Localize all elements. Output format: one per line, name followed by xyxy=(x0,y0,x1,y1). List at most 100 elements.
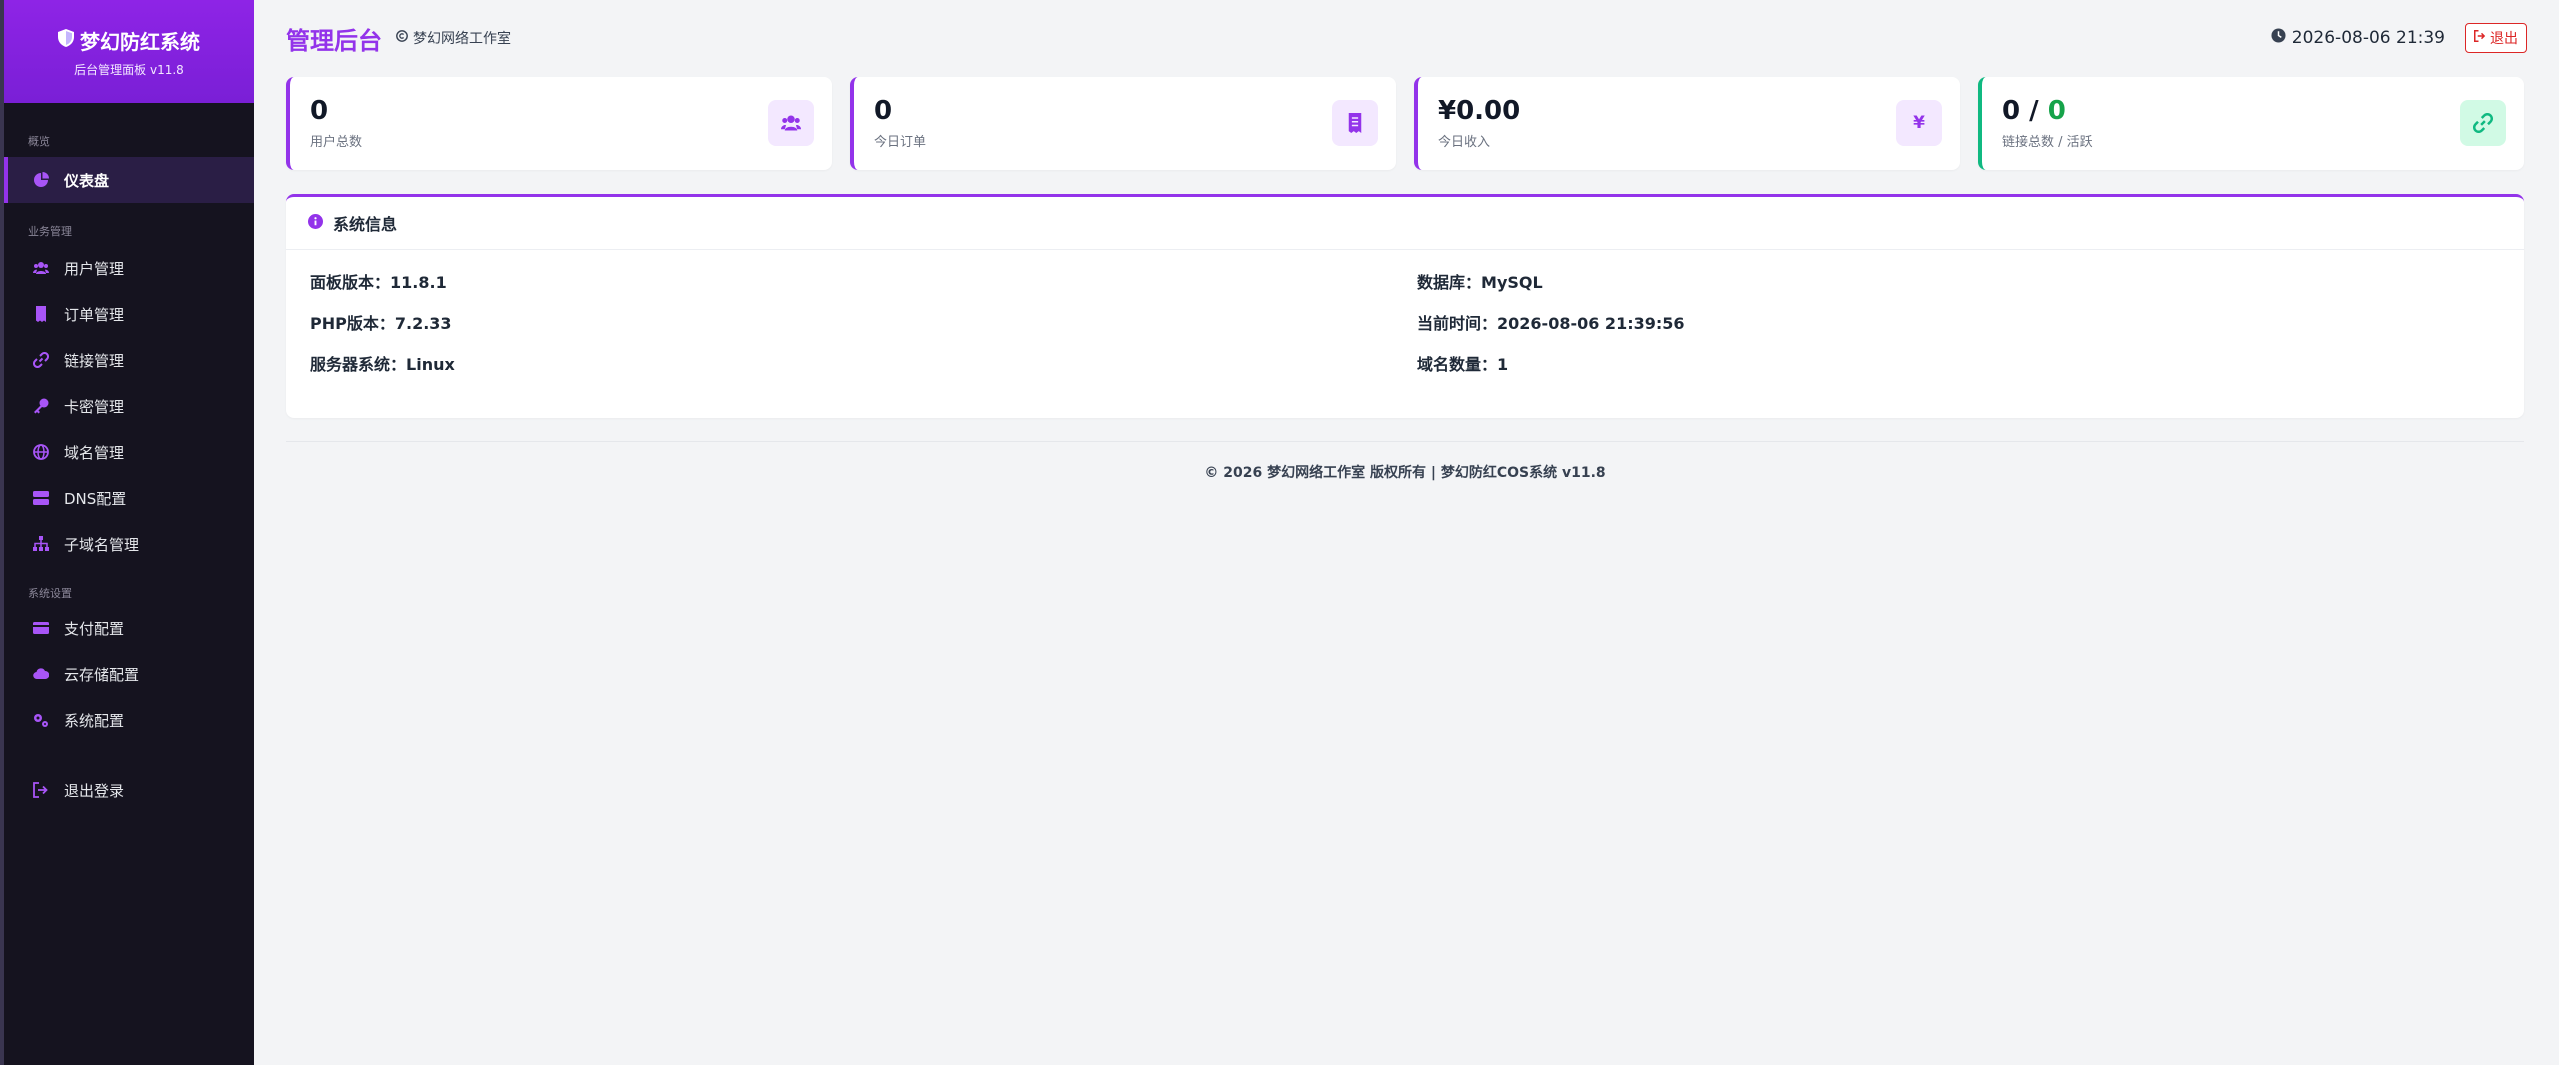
sidebar-item-label: 云存储配置 xyxy=(64,665,140,684)
sidebar-item-payment[interactable]: 支付配置 xyxy=(4,605,254,651)
stat-value: 0 xyxy=(874,96,893,126)
nav-group-overview: 概览 xyxy=(28,135,50,148)
info-current-time: 当前时间：2026-08-06 21:39:56 xyxy=(1417,313,2500,335)
info-label: 数据库： xyxy=(1417,273,1482,292)
sidebar-item-label: 支付配置 xyxy=(64,619,125,638)
gears-icon xyxy=(32,711,50,729)
nav-group-business: 业务管理 xyxy=(28,225,72,238)
sidebar-item-label: 链接管理 xyxy=(64,351,125,370)
receipt-icon xyxy=(32,305,50,323)
stat-label: 链接总数 / 活跃 xyxy=(2002,135,2093,150)
sidebar: 梦幻防红系统 后台管理面板 v11.8 概览 仪表盘 业务管理 用户管理 订单管… xyxy=(0,0,254,1065)
credit-card-icon xyxy=(32,619,50,637)
sidebar-item-label: 卡密管理 xyxy=(64,397,125,416)
brand-header: 梦幻防红系统 后台管理面板 v11.8 xyxy=(4,0,254,103)
sidebar-item-label: 域名管理 xyxy=(64,443,125,462)
sitemap-icon xyxy=(32,535,50,553)
sidebar-item-dns[interactable]: DNS配置 xyxy=(4,475,254,521)
receipt-icon xyxy=(1332,100,1378,146)
stat-card-income: ¥0.00 今日收入 ¥ xyxy=(1414,77,1960,170)
system-info-title: 系统信息 xyxy=(333,215,398,234)
logout-label: 退出 xyxy=(2490,31,2518,47)
sidebar-item-orders[interactable]: 订单管理 xyxy=(4,291,254,337)
cloud-icon xyxy=(32,665,50,683)
link-icon xyxy=(32,351,50,369)
header-datetime: 2026-08-06 21:39 xyxy=(2291,28,2445,48)
stat-card-users: 0 用户总数 xyxy=(286,77,832,170)
sidebar-item-label: 系统配置 xyxy=(64,711,125,730)
stat-label: 今日订单 xyxy=(874,135,927,150)
sidebar-item-links[interactable]: 链接管理 xyxy=(4,337,254,383)
links-separator: / xyxy=(2020,96,2048,126)
links-active: 0 xyxy=(2047,96,2066,126)
footer: © 2026 梦幻网络工作室 版权所有 | 梦幻防红COS系统 v11.8 xyxy=(1204,465,1606,481)
sidebar-item-label: DNS配置 xyxy=(64,489,127,508)
studio-name: 梦幻网络工作室 xyxy=(413,31,511,47)
brand-title: 梦幻防红系统 xyxy=(80,29,200,54)
brand-subtitle: 后台管理面板 v11.8 xyxy=(74,62,184,77)
stat-card-links: 0 / 0 链接总数 / 活跃 xyxy=(1978,77,2524,170)
info-label: 面板版本： xyxy=(310,273,391,292)
info-value: 1 xyxy=(1497,355,1509,374)
sidebar-item-users[interactable]: 用户管理 xyxy=(4,245,254,291)
info-panel-version: 面板版本：11.8.1 xyxy=(310,272,1417,294)
system-info-card: 系统信息 面板版本：11.8.1 数据库：MySQL PHP版本：7.2.33 … xyxy=(286,194,2524,418)
studio-label: 梦幻网络工作室 xyxy=(396,28,511,48)
sidebar-item-cloud-storage[interactable]: 云存储配置 xyxy=(4,651,254,697)
sidebar-item-domains[interactable]: 域名管理 xyxy=(4,429,254,475)
sidebar-item-subdomains[interactable]: 子域名管理 xyxy=(4,521,254,567)
info-value: 2026-08-06 21:39:56 xyxy=(1497,314,1685,333)
stat-value: ¥0.00 xyxy=(1438,96,1521,126)
info-domain-count: 域名数量：1 xyxy=(1417,354,2500,376)
shield-icon xyxy=(58,28,74,52)
links-total: 0 xyxy=(2002,96,2021,126)
link-icon xyxy=(2460,100,2506,146)
stat-value: 0 xyxy=(310,96,329,126)
sidebar-item-label: 订单管理 xyxy=(64,305,125,324)
stats-row: 0 用户总数 0 今日订单 ¥0.00 今日收入 ¥ 0 / 0 链接总数 / … xyxy=(286,77,2524,170)
sidebar-item-label: 用户管理 xyxy=(64,259,125,278)
info-database: 数据库：MySQL xyxy=(1417,272,2500,294)
copyright-icon xyxy=(396,30,408,46)
stat-card-orders: 0 今日订单 xyxy=(850,77,1396,170)
users-icon xyxy=(768,100,814,146)
stat-label: 用户总数 xyxy=(310,135,363,150)
system-info-header: 系统信息 xyxy=(286,197,2524,250)
brand-title-row: 梦幻防红系统 xyxy=(58,26,200,55)
info-server-os: 服务器系统：Linux xyxy=(310,354,1417,376)
sidebar-item-label: 退出登录 xyxy=(64,781,125,800)
info-icon xyxy=(308,213,323,233)
info-value: 7.2.33 xyxy=(394,314,452,333)
dashboard-icon xyxy=(32,171,50,189)
info-label: 域名数量： xyxy=(1417,355,1498,374)
nav-group-settings: 系统设置 xyxy=(28,587,72,600)
clock-icon xyxy=(2271,28,2286,48)
globe-icon xyxy=(32,443,50,461)
info-label: 服务器系统： xyxy=(310,355,407,374)
yen-icon: ¥ xyxy=(1896,100,1942,146)
key-icon xyxy=(32,397,50,415)
users-icon xyxy=(32,259,50,277)
sidebar-item-label: 仪表盘 xyxy=(64,171,110,190)
footer-divider xyxy=(286,441,2524,442)
topbar-right: 2026-08-06 21:39 退出 xyxy=(2271,23,2527,53)
info-value: MySQL xyxy=(1481,273,1543,292)
header-clock: 2026-08-06 21:39 xyxy=(2271,28,2445,48)
server-icon xyxy=(32,489,50,507)
stat-value: 0 / 0 xyxy=(2002,97,2504,125)
info-php-version: PHP版本：7.2.33 xyxy=(310,313,1417,335)
info-label: PHP版本： xyxy=(310,314,395,333)
sidebar-item-logout[interactable]: 退出登录 xyxy=(4,767,254,813)
sidebar-item-label: 子域名管理 xyxy=(64,535,140,554)
logout-button[interactable]: 退出 xyxy=(2465,23,2527,53)
sign-out-icon xyxy=(32,781,50,799)
sidebar-item-dashboard[interactable]: 仪表盘 xyxy=(4,157,254,203)
info-value: 11.8.1 xyxy=(390,273,447,292)
system-info-grid: 面板版本：11.8.1 数据库：MySQL PHP版本：7.2.33 当前时间：… xyxy=(310,272,2500,376)
topbar: 管理后台 梦幻网络工作室 2026-08-06 21:39 退出 xyxy=(286,22,2527,55)
sidebar-item-cards[interactable]: 卡密管理 xyxy=(4,383,254,429)
sign-out-icon xyxy=(2474,30,2486,46)
sidebar-item-system-config[interactable]: 系统配置 xyxy=(4,697,254,743)
stat-label: 今日收入 xyxy=(1438,135,1491,150)
info-value: Linux xyxy=(406,355,455,374)
